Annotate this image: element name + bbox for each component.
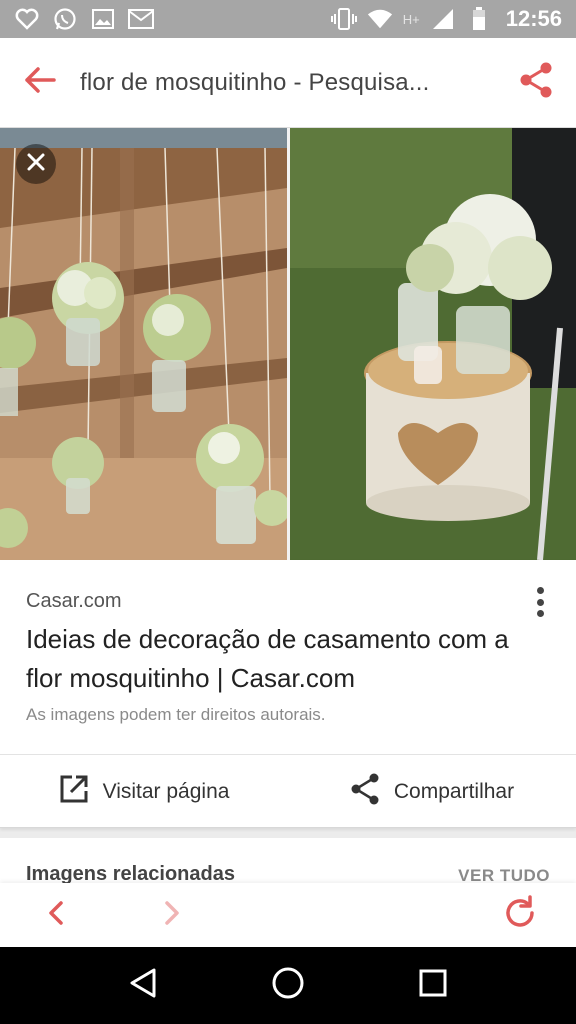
chevron-left-icon	[47, 899, 65, 932]
wedding-decor-photo	[0, 128, 576, 560]
dot-icon	[536, 587, 544, 594]
visit-page-label: Visitar página	[102, 779, 230, 803]
browser-toolbar	[0, 883, 576, 947]
open-external-icon	[59, 774, 89, 810]
app-bar: flor de mosquitinho - Pesquisa...	[0, 38, 576, 128]
circle-home-icon	[271, 966, 305, 1005]
system-navigation-bar	[0, 947, 576, 1024]
reload-icon	[502, 894, 538, 936]
vibrate-icon	[330, 6, 357, 32]
more-options-button[interactable]	[528, 582, 552, 622]
share-button[interactable]	[496, 38, 576, 128]
browser-forward-button[interactable]	[140, 883, 204, 947]
heart-icon	[14, 6, 40, 32]
chevron-right-icon	[163, 899, 181, 932]
system-back-button[interactable]	[113, 956, 173, 1016]
gmail-icon	[128, 6, 154, 32]
share-icon	[350, 773, 380, 811]
close-icon	[26, 152, 46, 177]
action-row: Visitar página Compartilhar	[0, 755, 576, 828]
close-button[interactable]	[16, 144, 56, 184]
arrow-left-icon	[24, 66, 56, 99]
system-home-button[interactable]	[258, 956, 318, 1016]
dot-icon	[536, 610, 544, 617]
whatsapp-icon	[52, 6, 78, 32]
visit-page-button[interactable]: Visitar página	[0, 755, 288, 828]
reload-button[interactable]	[488, 883, 552, 947]
wifi-icon	[367, 6, 393, 32]
image-icon	[90, 6, 116, 32]
share-result-button[interactable]: Compartilhar	[288, 755, 576, 828]
status-bar: H+ 12:56	[0, 0, 576, 38]
share-label: Compartilhar	[393, 779, 515, 803]
battery-icon	[466, 6, 492, 32]
dot-icon	[536, 598, 544, 606]
copyright-notice: As imagens podem ter direitos autorais.	[26, 705, 326, 724]
system-recents-button[interactable]	[403, 956, 463, 1016]
source-domain[interactable]: Casar.com	[26, 590, 122, 613]
back-button[interactable]	[0, 38, 80, 128]
triangle-back-icon	[128, 967, 158, 1004]
result-title[interactable]: Ideias de decoração de casamento com a f…	[26, 620, 526, 698]
page-title: flor de mosquitinho - Pesquisa...	[80, 68, 430, 96]
network-type: H+	[402, 11, 420, 27]
result-details-card: Casar.com Ideias de decoração de casamen…	[0, 560, 576, 828]
share-icon	[519, 62, 553, 103]
square-recents-icon	[419, 969, 447, 1002]
browser-back-button[interactable]	[24, 883, 88, 947]
image-preview[interactable]	[0, 128, 576, 560]
signal-icon	[430, 6, 456, 32]
clock: 12:56	[505, 6, 562, 31]
